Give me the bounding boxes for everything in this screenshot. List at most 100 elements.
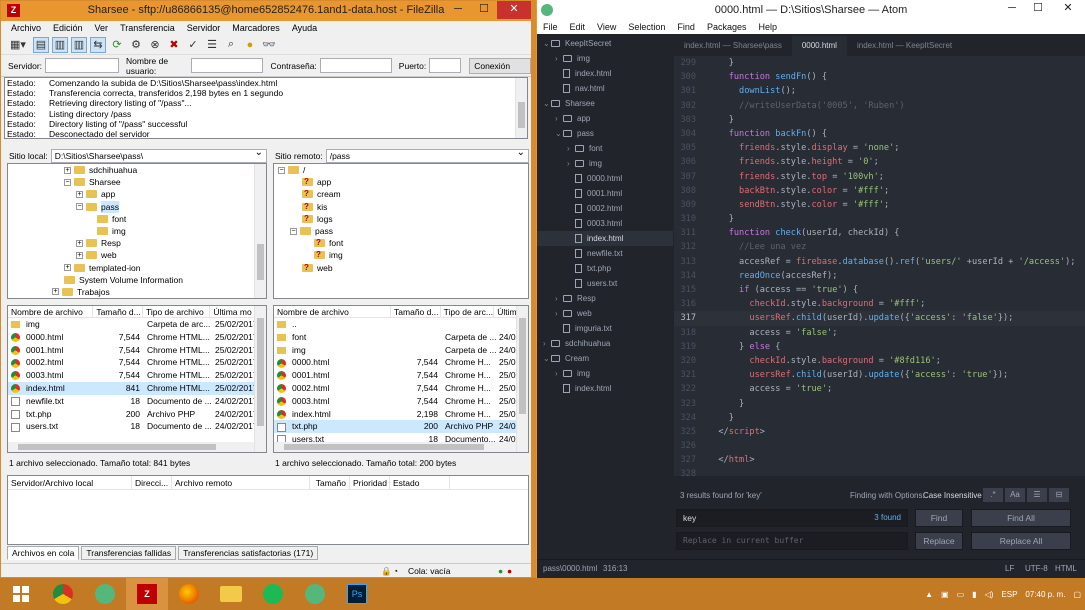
tree-file[interactable]: imguria.txt	[537, 321, 673, 336]
tree-file[interactable]: index.html	[537, 66, 673, 81]
col-type[interactable]: Tipo de arc...	[441, 306, 495, 317]
cancel-icon[interactable]: ⊗	[147, 37, 163, 53]
code-line[interactable]: 305 friends.style.display = 'none';	[674, 141, 1085, 155]
tray-app-icon[interactable]: ▣	[941, 590, 949, 599]
tree-item[interactable]: + Trabajos	[8, 286, 266, 298]
menu-file[interactable]: File	[543, 20, 558, 34]
menu-servidor[interactable]: Servidor	[187, 21, 221, 35]
quickconnect-button[interactable]: Conexión rápida	[469, 57, 531, 85]
file-row[interactable]: users.txt 18 Documento de ... 24/02/2017	[8, 420, 266, 433]
menu-find[interactable]: Find	[677, 20, 695, 34]
code-line[interactable]: 315 if (access == 'true') {	[674, 283, 1085, 297]
code-line[interactable]: 325 </script>	[674, 425, 1085, 439]
file-row[interactable]: txt.php 200 Archivo PHP 24/02/2017	[8, 408, 266, 421]
port-input[interactable]	[429, 58, 462, 73]
file-row[interactable]: 0002.html 7,544 Chrome HTML... 25/02/2017	[8, 356, 266, 369]
col-size[interactable]: Tamaño	[310, 476, 350, 489]
code-line[interactable]: 320 checkId.style.background = '#8fd116'…	[674, 354, 1085, 368]
clock[interactable]: 07:40 p. m.	[1025, 590, 1065, 599]
tree-file[interactable]: users.txt	[537, 276, 673, 291]
local-tree-scrollbar[interactable]	[254, 164, 266, 298]
code-line[interactable]: 310 }	[674, 212, 1085, 226]
find-input[interactable]: key 3 found	[676, 509, 908, 527]
regex-icon[interactable]: .*	[983, 488, 1003, 502]
code-line[interactable]: 303 }	[674, 113, 1085, 127]
code-line[interactable]: 326	[674, 439, 1085, 453]
code-line[interactable]: 308 backBtn.style.color = '#fff';	[674, 184, 1085, 198]
tree-item[interactable]: logs	[274, 213, 528, 225]
case-sensitive-icon[interactable]: Aa	[1005, 488, 1025, 502]
remote-list-hscrollbar[interactable]	[274, 442, 516, 452]
menu-archivo[interactable]: Archivo	[11, 21, 41, 35]
refresh-icon[interactable]: ⟳	[109, 37, 125, 53]
file-row[interactable]: index.html 2,198 Chrome H... 25/02	[274, 408, 528, 421]
col-name[interactable]: Nombre de archivo	[8, 306, 94, 317]
tree-folder[interactable]: › app	[537, 111, 673, 126]
tree-item[interactable]: − pass	[8, 200, 266, 213]
reconnect-icon[interactable]: ✓	[185, 37, 201, 53]
code-line[interactable]: 307 friends.style.top = '100vh';	[674, 170, 1085, 184]
remote-path-input[interactable]: /pass	[325, 147, 529, 163]
col-name[interactable]: Nombre de archivo	[274, 306, 392, 317]
sync-browse-icon[interactable]: ●	[242, 37, 258, 53]
code-line[interactable]: 302 //writeUserData('0005', 'Ruben')	[674, 99, 1085, 113]
tab-0000[interactable]: 0000.html	[791, 36, 847, 56]
file-row[interactable]: ..	[274, 318, 528, 331]
log-scrollbar[interactable]	[515, 78, 527, 138]
code-line[interactable]: 304 function backFn() {	[674, 127, 1085, 141]
whole-word-icon[interactable]: ⊟	[1049, 488, 1069, 502]
tab-index-keepitsecret[interactable]: index.html — KeepItSecret	[847, 36, 962, 56]
file-row[interactable]: img Carpeta de arc... 25/02/2017	[8, 318, 266, 331]
col-direction[interactable]: Direcci...	[132, 476, 172, 489]
atom-taskbar-icon[interactable]	[84, 578, 126, 610]
code-line[interactable]: 306 friends.style.height = '0';	[674, 155, 1085, 169]
menu-transferencia[interactable]: Transferencia	[120, 21, 175, 35]
local-list-hscrollbar[interactable]	[8, 442, 254, 452]
tree-item[interactable]: kis	[274, 201, 528, 213]
replace-button[interactable]: Replace	[915, 532, 963, 550]
disconnect-icon[interactable]: ✖	[166, 37, 182, 53]
replace-input[interactable]: Replace in current buffer	[676, 532, 908, 550]
compare-icon[interactable]: ⌕	[223, 37, 239, 53]
code-line[interactable]: 317 usersRef.child(userId).update({'acce…	[674, 311, 1085, 326]
tab-successful[interactable]: Transferencias satisfactorias (171)	[178, 546, 319, 560]
code-line[interactable]: 314 readOnce(accesRef);	[674, 269, 1085, 283]
toggle-log-icon[interactable]: ▤	[33, 36, 49, 53]
file-explorer-taskbar-icon[interactable]	[210, 578, 252, 610]
tree-item[interactable]: + templated-ion	[8, 262, 266, 274]
code-line[interactable]: 328	[674, 467, 1085, 476]
tree-item[interactable]: web	[274, 262, 528, 274]
tree-file[interactable]: 0000.html	[537, 171, 673, 186]
start-button[interactable]	[0, 578, 42, 610]
tree-item[interactable]: System Volume Information	[8, 274, 266, 286]
tree-item[interactable]: + web	[8, 249, 266, 261]
tree-folder[interactable]: › font	[537, 141, 673, 156]
atom-titlebar[interactable]: 0000.html — D:\Sitios\Sharsee — Atom ─ ☐…	[537, 0, 1085, 20]
password-input[interactable]	[319, 58, 392, 73]
file-row[interactable]: font Carpeta de ... 24/02	[274, 331, 528, 344]
col-size[interactable]: Tamaño d...	[391, 306, 441, 317]
col-priority[interactable]: Prioridad	[350, 476, 390, 489]
tray-up-arrow-icon[interactable]: ▲	[925, 590, 933, 599]
in-selection-icon[interactable]: ☰	[1027, 488, 1047, 502]
minimize-icon[interactable]: ─	[999, 0, 1025, 18]
code-line[interactable]: 321 usersRef.child(userId).update({'acce…	[674, 368, 1085, 382]
file-row[interactable]: img Carpeta de ... 24/02	[274, 344, 528, 357]
status-cursor-position[interactable]: 316:13	[603, 560, 627, 578]
tree-folder[interactable]: › img	[537, 366, 673, 381]
process-queue-icon[interactable]: ⚙	[128, 37, 144, 53]
toggle-queue-icon[interactable]: ⇆	[90, 36, 106, 53]
code-line[interactable]: 311 function check(userId, checkId) {	[674, 226, 1085, 240]
battery-icon[interactable]: ▭	[957, 590, 965, 599]
file-row[interactable]: 0001.html 7,544 Chrome H... 25/02	[274, 369, 528, 382]
close-icon[interactable]: ✕	[497, 1, 531, 19]
close-icon[interactable]: ✕	[1051, 0, 1085, 18]
menu-edicion[interactable]: Edición	[53, 21, 83, 35]
find-all-button[interactable]: Find All	[971, 509, 1071, 527]
host-input[interactable]	[45, 58, 120, 73]
tree-item[interactable]: + app	[8, 188, 266, 200]
tree-file[interactable]: txt.php	[537, 261, 673, 276]
atom-taskbar-icon[interactable]	[294, 578, 336, 610]
file-row[interactable]: 0001.html 7,544 Chrome HTML... 25/02/2017	[8, 344, 266, 357]
user-input[interactable]	[191, 58, 264, 73]
